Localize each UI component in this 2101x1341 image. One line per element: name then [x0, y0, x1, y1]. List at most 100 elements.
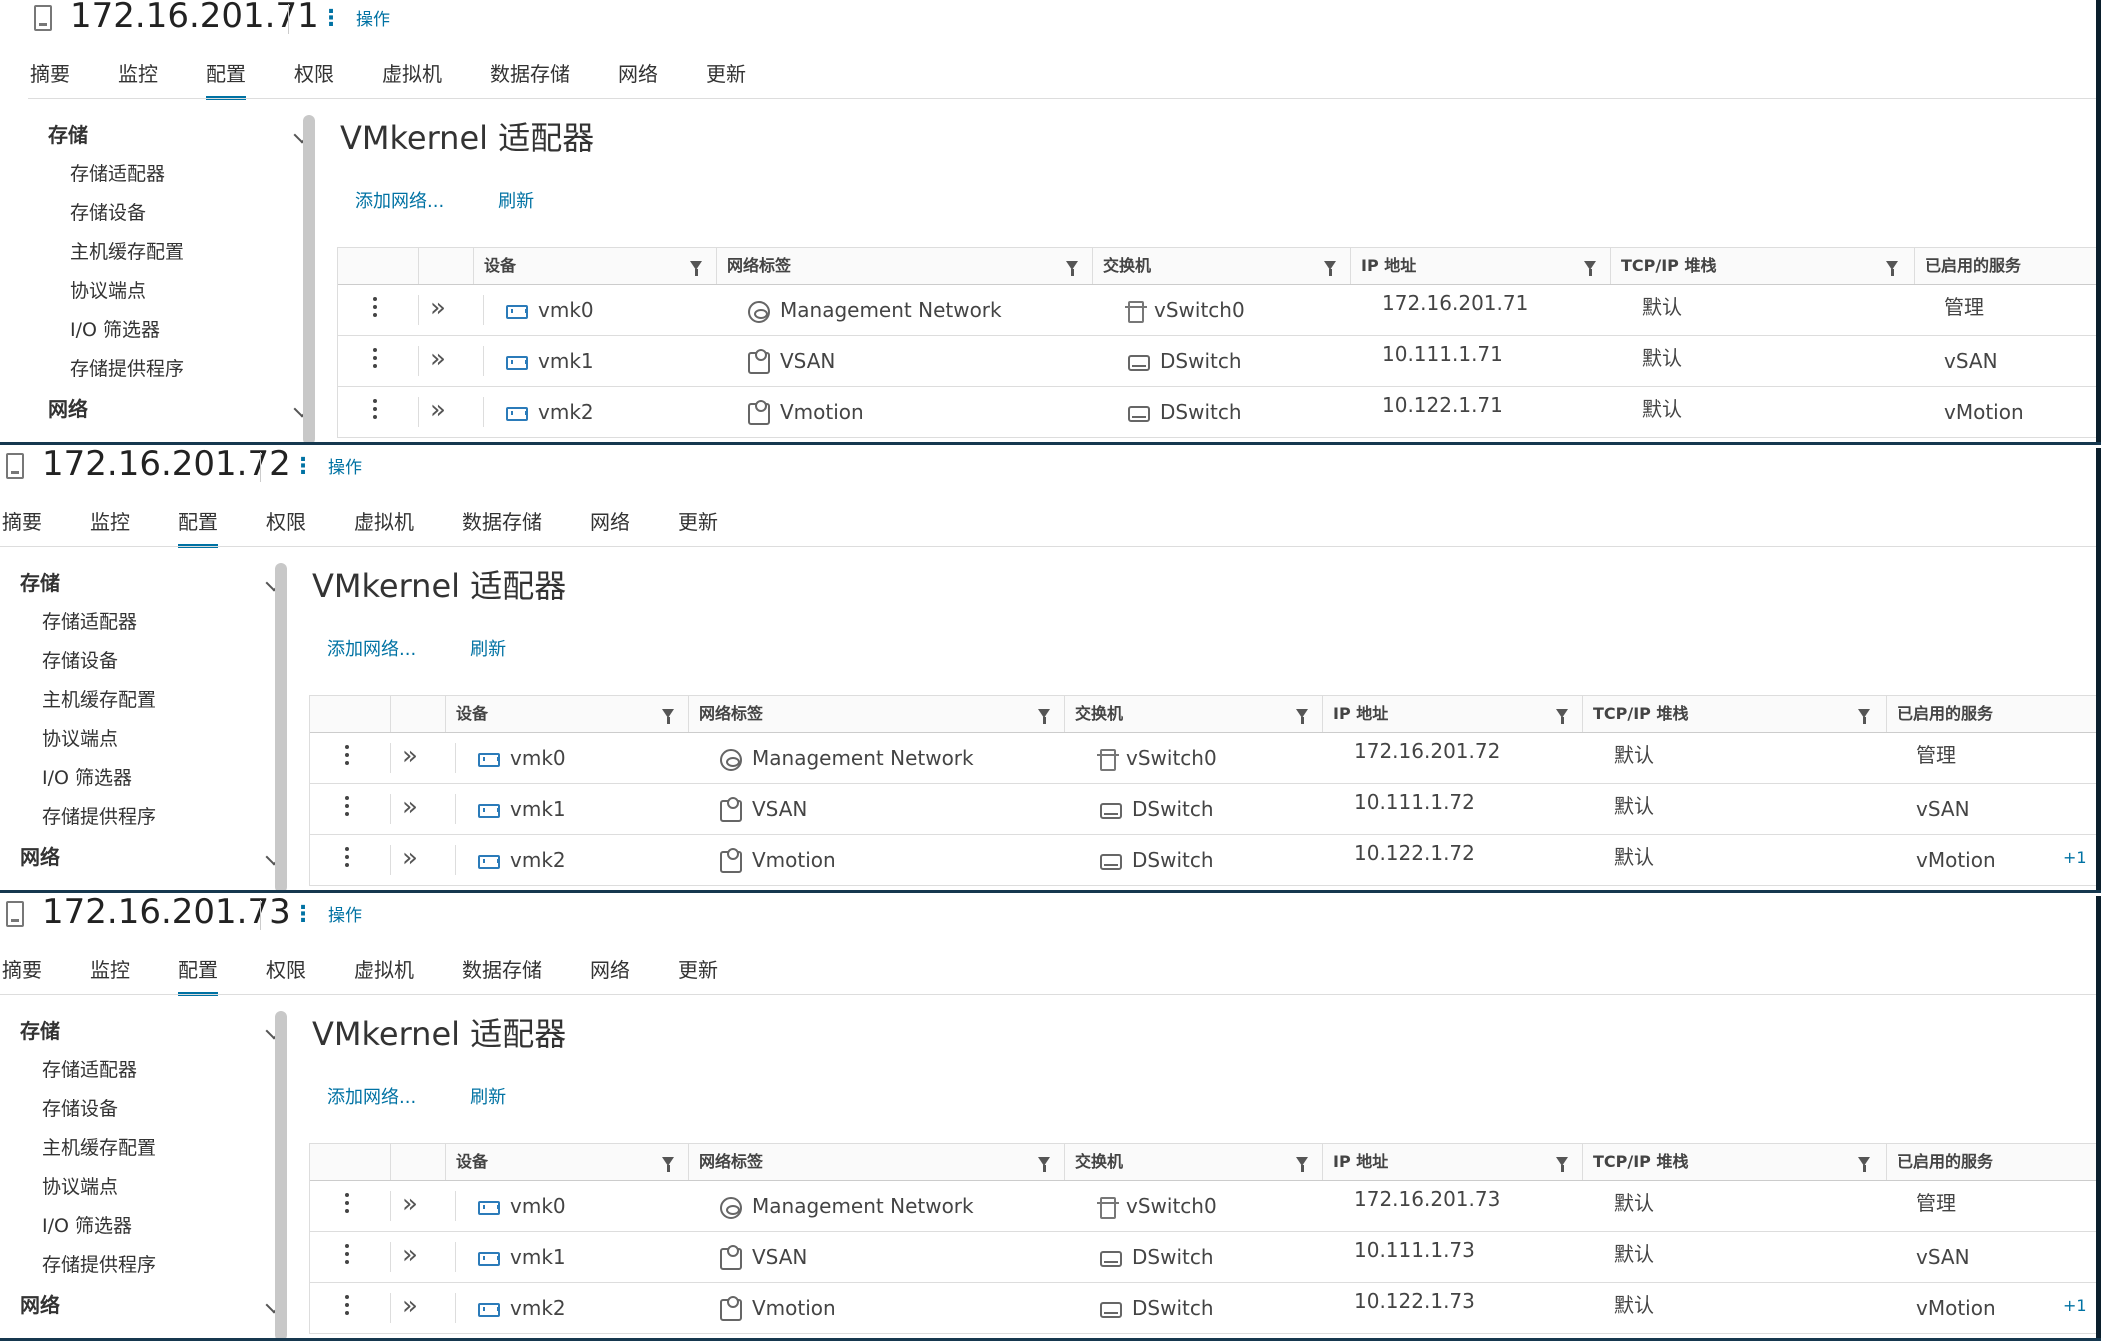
column-header[interactable]: 设备 — [445, 696, 488, 732]
tab-item[interactable]: 监控 — [90, 944, 130, 992]
filter-icon[interactable] — [1038, 709, 1050, 724]
filter-icon[interactable] — [662, 1157, 674, 1172]
table-row[interactable]: » vmk1 VSAN DSwitch 10.111.1.73 默认 vSAN — [310, 1232, 2101, 1283]
add-network-button[interactable]: 添加网络... — [327, 1083, 416, 1109]
filter-icon[interactable] — [1324, 261, 1336, 276]
column-header[interactable]: 网络标签 — [688, 1144, 763, 1180]
sidebar-scrollbar[interactable] — [275, 1011, 287, 1341]
column-header[interactable]: 已启用的服务 — [1914, 248, 2021, 284]
tab-item[interactable]: 网络 — [618, 48, 658, 96]
sidebar-group-network[interactable]: 网络 — [48, 389, 311, 429]
column-header[interactable]: 网络标签 — [716, 248, 791, 284]
filter-icon[interactable] — [1584, 261, 1596, 276]
sidebar-item[interactable]: 存储适配器 — [48, 155, 308, 194]
sidebar-item[interactable]: 存储提供程序 — [20, 798, 280, 837]
sidebar-item[interactable]: 主机缓存配置 — [20, 1129, 280, 1168]
add-network-button[interactable]: 添加网络... — [327, 635, 416, 661]
more-services-badge[interactable]: +1 — [2063, 1296, 2087, 1315]
filter-icon[interactable] — [1296, 709, 1308, 724]
tab-item[interactable]: 数据存储 — [462, 944, 542, 992]
tab-item[interactable]: 网络 — [590, 944, 630, 992]
switch-cell[interactable]: vSwitch0 — [1097, 746, 1217, 771]
row-actions-icon[interactable] — [345, 1193, 349, 1217]
tab-item[interactable]: 虚拟机 — [354, 944, 414, 992]
expand-row-icon[interactable]: » — [430, 293, 446, 323]
sidebar-item[interactable]: 主机缓存配置 — [20, 681, 280, 720]
tab-item[interactable]: 摘要 — [2, 496, 42, 544]
switch-cell[interactable]: vSwitch0 — [1097, 1194, 1217, 1219]
tab-item[interactable]: 虚拟机 — [382, 48, 442, 96]
row-actions-icon[interactable] — [345, 745, 349, 769]
switch-cell[interactable]: DSwitch — [1100, 797, 1214, 821]
network-label-cell[interactable]: VSAN — [720, 1244, 807, 1270]
row-actions-icon[interactable] — [373, 297, 377, 321]
actions-menu[interactable]: ⋮ 操作 — [292, 901, 362, 927]
device-cell[interactable]: vmk1 — [506, 349, 594, 373]
tab-item[interactable]: 配置 — [178, 944, 218, 996]
row-actions-icon[interactable] — [345, 1295, 349, 1319]
device-cell[interactable]: vmk0 — [478, 1194, 566, 1218]
expand-row-icon[interactable]: » — [430, 344, 446, 374]
tab-item[interactable]: 监控 — [90, 496, 130, 544]
sidebar-item[interactable]: 协议端点 — [48, 272, 308, 311]
tab-item[interactable]: 数据存储 — [490, 48, 570, 96]
switch-cell[interactable]: DSwitch — [1100, 1296, 1214, 1320]
refresh-button[interactable]: 刷新 — [498, 187, 534, 213]
column-header[interactable]: 设备 — [473, 248, 516, 284]
sidebar-group-storage[interactable]: 存储 — [48, 115, 311, 155]
column-header[interactable]: 交换机 — [1064, 1144, 1123, 1180]
table-row[interactable]: » vmk0 Management Network vSwitch0 172.16.20… — [338, 285, 2101, 336]
actions-menu[interactable]: ⋮ 操作 — [320, 5, 390, 31]
device-cell[interactable]: vmk1 — [478, 1245, 566, 1269]
tab-item[interactable]: 配置 — [178, 496, 218, 548]
table-row[interactable]: »vmk2VmotionDSwitch10.122.1.71默认vMotion+… — [338, 387, 2101, 438]
column-header[interactable]: 网络标签 — [688, 696, 763, 732]
network-label-cell[interactable]: VSAN — [720, 796, 807, 822]
tab-item[interactable]: 更新 — [678, 496, 718, 544]
filter-icon[interactable] — [1038, 1157, 1050, 1172]
row-actions-icon[interactable] — [373, 399, 377, 423]
table-row[interactable]: » vmk0 Management Network vSwitch0 172.16.20… — [310, 733, 2101, 784]
filter-icon[interactable] — [1858, 1157, 1870, 1172]
column-header[interactable]: TCP/IP 堆栈 — [1582, 696, 1688, 732]
filter-icon[interactable] — [1556, 709, 1568, 724]
add-network-button[interactable]: 添加网络... — [355, 187, 444, 213]
filter-icon[interactable] — [1296, 1157, 1308, 1172]
network-label-cell[interactable]: Management Network — [720, 1194, 974, 1219]
column-header[interactable]: IP 地址 — [1350, 248, 1416, 284]
sidebar-item[interactable]: 存储提供程序 — [20, 1246, 280, 1285]
tab-item[interactable]: 配置 — [206, 48, 246, 100]
sidebar-item[interactable]: 存储设备 — [20, 642, 280, 681]
network-label-cell[interactable]: Vmotion — [748, 399, 864, 425]
column-header[interactable]: TCP/IP 堆栈 — [1610, 248, 1716, 284]
sidebar-scrollbar[interactable] — [303, 115, 315, 445]
row-actions-icon[interactable] — [345, 847, 349, 871]
column-header[interactable]: IP 地址 — [1322, 696, 1388, 732]
sidebar-item[interactable]: 存储适配器 — [20, 1051, 280, 1090]
column-header[interactable]: TCP/IP 堆栈 — [1582, 1144, 1688, 1180]
filter-icon[interactable] — [1858, 709, 1870, 724]
sidebar-scrollbar[interactable] — [275, 563, 287, 893]
table-row[interactable]: » vmk2 Vmotion DSwitch 10.122.1.73 默认 vMotion +… — [310, 1283, 2101, 1334]
switch-cell[interactable]: vSwitch0 — [1125, 298, 1245, 323]
refresh-button[interactable]: 刷新 — [470, 1083, 506, 1109]
sidebar-item[interactable]: I/O 筛选器 — [48, 311, 308, 350]
sidebar-item[interactable]: 协议端点 — [20, 720, 280, 759]
column-header[interactable]: 交换机 — [1064, 696, 1123, 732]
row-actions-icon[interactable] — [345, 796, 349, 820]
sidebar-group-storage[interactable]: 存储 — [20, 1011, 283, 1051]
filter-icon[interactable] — [1066, 261, 1078, 276]
sidebar-item[interactable]: 存储提供程序 — [48, 350, 308, 389]
switch-cell[interactable]: DSwitch — [1128, 349, 1242, 373]
sidebar-item[interactable]: 主机缓存配置 — [48, 233, 308, 272]
expand-row-icon[interactable]: » — [430, 395, 446, 425]
column-header[interactable]: IP 地址 — [1322, 1144, 1388, 1180]
tab-item[interactable]: 虚拟机 — [354, 496, 414, 544]
network-label-cell[interactable]: VSAN — [748, 348, 835, 374]
filter-icon[interactable] — [1556, 1157, 1568, 1172]
table-row[interactable]: » vmk1 VSAN DSwitch 10.111.1.71 默认 vSAN — [338, 336, 2101, 387]
tab-item[interactable]: 网络 — [590, 496, 630, 544]
sidebar-group-network[interactable]: 网络 — [20, 1285, 283, 1325]
network-label-cell[interactable]: Management Network — [748, 298, 1002, 323]
device-cell[interactable]: vmk0 — [478, 746, 566, 770]
